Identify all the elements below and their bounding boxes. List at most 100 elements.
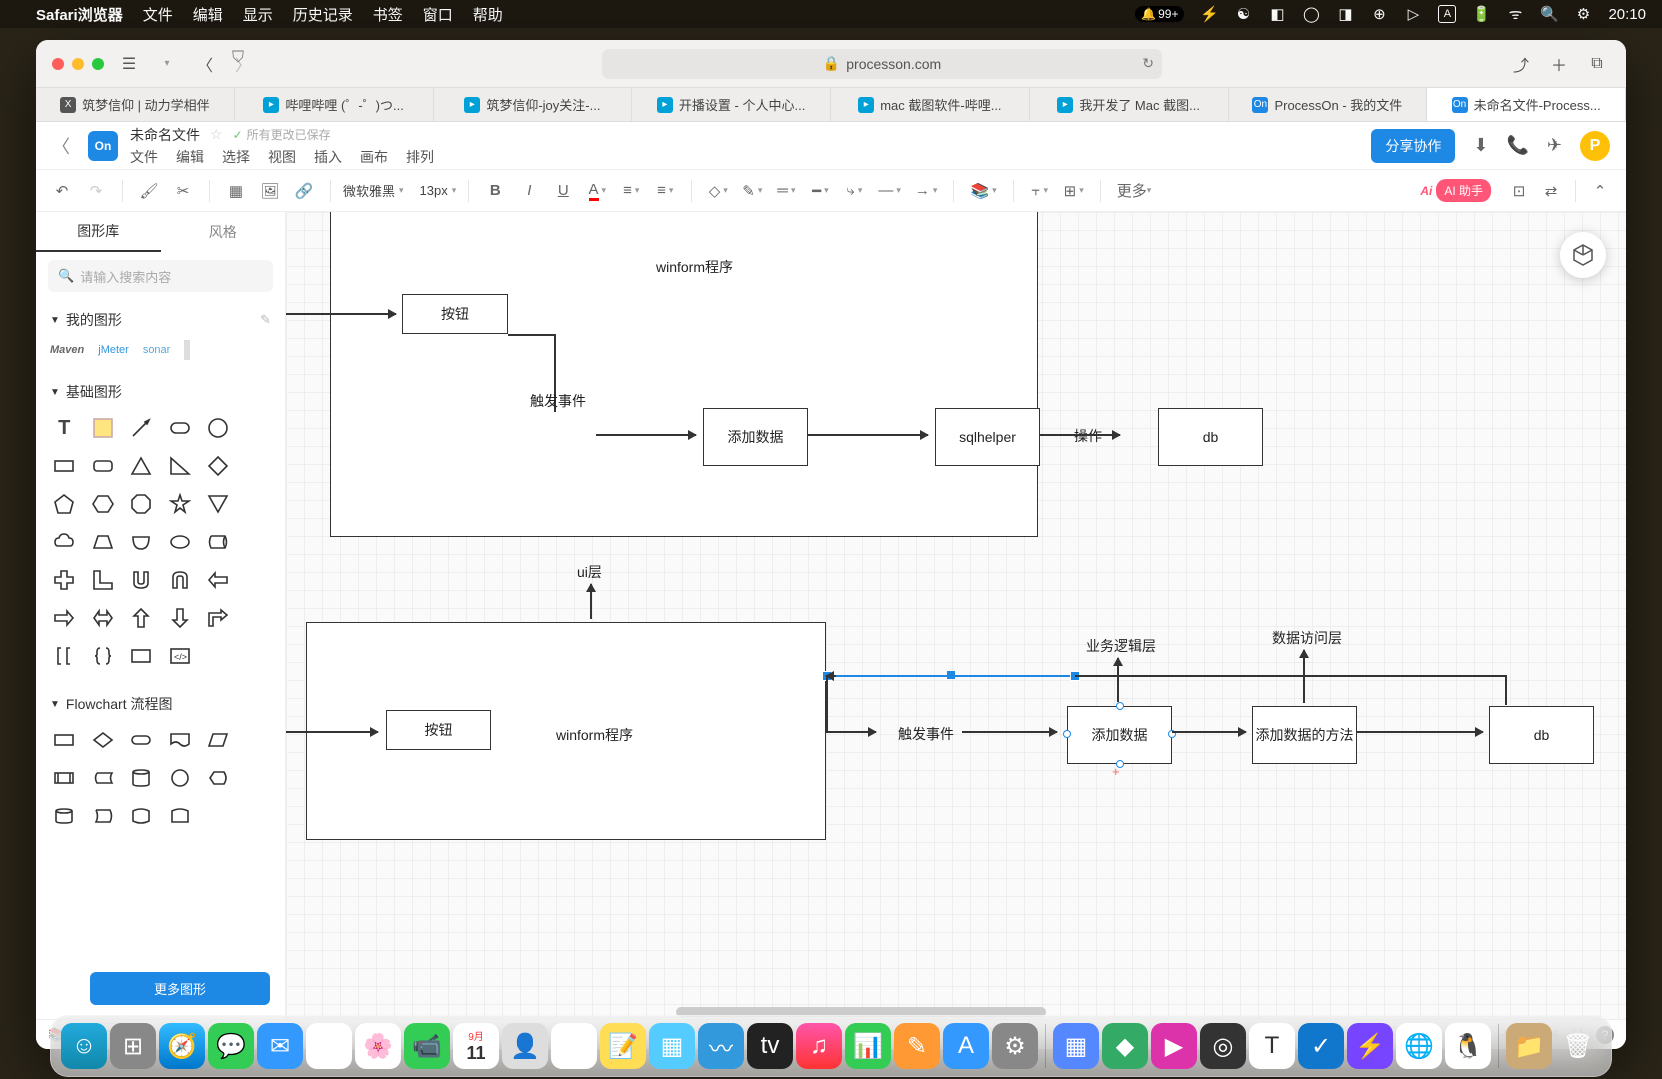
status-icon-2[interactable]: ☯ [1234, 5, 1252, 23]
phone-icon[interactable]: 📞 [1506, 135, 1528, 156]
menubar-history[interactable]: 历史记录 [293, 4, 353, 25]
diagram-arrow[interactable] [826, 675, 836, 677]
shape-fc-storage[interactable] [85, 760, 122, 796]
sidebar-tab-style[interactable]: 风格 [161, 212, 286, 252]
shape-arrow-up[interactable] [123, 600, 160, 636]
dock-launchpad-icon[interactable]: ⊞ [110, 1023, 156, 1069]
notification-badge[interactable]: 🔔 99+ [1135, 6, 1184, 22]
my-shape-item[interactable]: Maven [50, 344, 84, 356]
shape-triangle[interactable] [123, 448, 160, 484]
shape-rect[interactable] [46, 448, 83, 484]
reload-icon[interactable]: ↻ [1142, 55, 1154, 72]
browser-tab[interactable]: ▸开播设置 - 个人中心... [632, 88, 831, 121]
selection-handle[interactable] [1063, 730, 1071, 738]
label-trigger1[interactable]: 触发事件 [530, 391, 586, 411]
shape-cylinder-h[interactable] [200, 524, 237, 560]
floating-tool-button[interactable] [1560, 232, 1606, 278]
wifi-icon[interactable]: ᯤ [1506, 5, 1524, 23]
menu-file[interactable]: 文件 [130, 147, 158, 167]
diagram-arrow[interactable] [826, 731, 876, 733]
undo-button[interactable]: ↶ [48, 177, 76, 205]
dock-music-icon[interactable]: ♫ [796, 1023, 842, 1069]
download-icon[interactable]: ⬇ [1473, 135, 1488, 156]
battery-icon[interactable]: 🔋 [1472, 5, 1490, 23]
shape-fc-terminal[interactable] [123, 722, 160, 758]
status-icon-4[interactable]: ◯ [1302, 5, 1320, 23]
arrow-start-button[interactable]: — [874, 177, 905, 205]
control-center-icon[interactable]: ⚙ [1574, 5, 1592, 23]
sidebar-tab-shapes[interactable]: 图形库 [36, 212, 161, 252]
browser-tab[interactable]: ▸筑梦信仰-joy关注-... [434, 88, 633, 121]
close-window-button[interactable] [52, 58, 64, 70]
dock-facetime-icon[interactable]: 📹 [404, 1023, 450, 1069]
dock-messages-icon[interactable]: 💬 [208, 1023, 254, 1069]
menubar-file[interactable]: 文件 [143, 4, 173, 25]
menubar-view[interactable]: 显示 [243, 4, 273, 25]
shape-arrow-down[interactable] [162, 600, 199, 636]
shape-righttri[interactable] [162, 448, 199, 484]
browser-tab[interactable]: OnProcessOn - 我的文件 [1229, 88, 1428, 121]
shape-cloud[interactable] [46, 524, 83, 560]
more-shapes-button[interactable]: 更多图形 [90, 972, 270, 1005]
browser-tab[interactable]: X筑梦信仰 | 动力学相伴 [36, 88, 235, 121]
more-button[interactable]: 更多 ▾ [1113, 177, 1156, 205]
label-winform1[interactable]: winform程序 [656, 257, 733, 277]
dock-app5-icon[interactable]: ▶ [1151, 1023, 1197, 1069]
scissors-button[interactable]: ✂ [169, 177, 197, 205]
menu-arrange[interactable]: 排列 [406, 147, 434, 167]
avatar[interactable]: P [1580, 131, 1610, 161]
diagram-arrow[interactable] [1357, 731, 1483, 733]
dock-app1-icon[interactable]: ▦ [649, 1023, 695, 1069]
shape-fc-card[interactable] [162, 798, 199, 834]
shape-arrow-lr[interactable] [85, 600, 122, 636]
maximize-window-button[interactable] [92, 58, 104, 70]
dock-app6-icon[interactable]: ◎ [1200, 1023, 1246, 1069]
dock-calendar-icon[interactable]: 9月11 [453, 1023, 499, 1069]
node-adddata-method[interactable]: 添加数据的方法 [1252, 706, 1357, 764]
node-adddata-2-selected[interactable]: 添加数据 [1067, 706, 1172, 764]
clock[interactable]: 20:10 [1608, 6, 1646, 23]
section-my-shapes[interactable]: ▼我的图形 ✎ [36, 300, 285, 334]
shape-star[interactable] [162, 486, 199, 522]
label-winform2[interactable]: winform程序 [556, 725, 633, 745]
dock-app2-icon[interactable]: 〰 [698, 1023, 744, 1069]
new-tab-button[interactable]: ＋ [1546, 51, 1572, 77]
node-adddata-1[interactable]: 添加数据 [703, 408, 808, 466]
label-operate[interactable]: 操作 [1074, 426, 1102, 446]
dock-tv-icon[interactable]: tv [747, 1023, 793, 1069]
shape-ellipse[interactable] [162, 524, 199, 560]
browser-tab[interactable]: ▸我开发了 Mac 截图... [1030, 88, 1229, 121]
tool-extra-1[interactable]: ⊡ [1505, 177, 1533, 205]
diagram-arrow[interactable] [1303, 650, 1305, 703]
dock-app9-icon[interactable]: ⚡ [1347, 1023, 1393, 1069]
shape-u-down[interactable] [123, 562, 160, 598]
privacy-shield-icon[interactable]: ⛉ [232, 49, 244, 67]
shape-line[interactable] [123, 410, 160, 446]
edit-icon[interactable]: ✎ [260, 312, 271, 328]
ai-assistant-button[interactable]: AI 助手 [1436, 179, 1491, 202]
image-icon[interactable]: 🖼 [256, 177, 284, 205]
shape-fc-data[interactable] [200, 722, 237, 758]
line-style-button[interactable]: ═ [772, 177, 800, 205]
section-basic-shapes[interactable]: ▼基础图形 [36, 372, 285, 406]
tabs-overview-button[interactable]: ⧉ [1584, 51, 1610, 77]
shape-u-up[interactable] [162, 562, 199, 598]
dock-safari-icon[interactable]: 🧭 [159, 1023, 205, 1069]
shape-circle[interactable] [200, 410, 237, 446]
shapes-search-input[interactable]: 🔍 请输入搜索内容 [48, 260, 273, 292]
shape-brace[interactable] [85, 638, 122, 674]
shape-trianglev[interactable] [200, 486, 237, 522]
diagram-arrow[interactable] [286, 731, 378, 733]
send-icon[interactable]: ✈ [1547, 135, 1562, 156]
font-family-select[interactable]: 微软雅黑 ▾ [343, 181, 404, 200]
diagram-arrow[interactable] [808, 434, 928, 436]
diagram-arrow[interactable] [286, 313, 396, 315]
layers-button[interactable]: 📚 [966, 177, 1000, 205]
redo-button[interactable]: ↷ [82, 177, 110, 205]
shape-fc-process[interactable] [46, 722, 83, 758]
dock-settings-icon[interactable]: ⚙ [992, 1023, 1038, 1069]
node-button-1[interactable]: 按钮 [402, 294, 508, 334]
menubar-bookmarks[interactable]: 书签 [373, 4, 403, 25]
menubar-window[interactable]: 窗口 [423, 4, 453, 25]
dock-appstore-icon[interactable]: A [943, 1023, 989, 1069]
